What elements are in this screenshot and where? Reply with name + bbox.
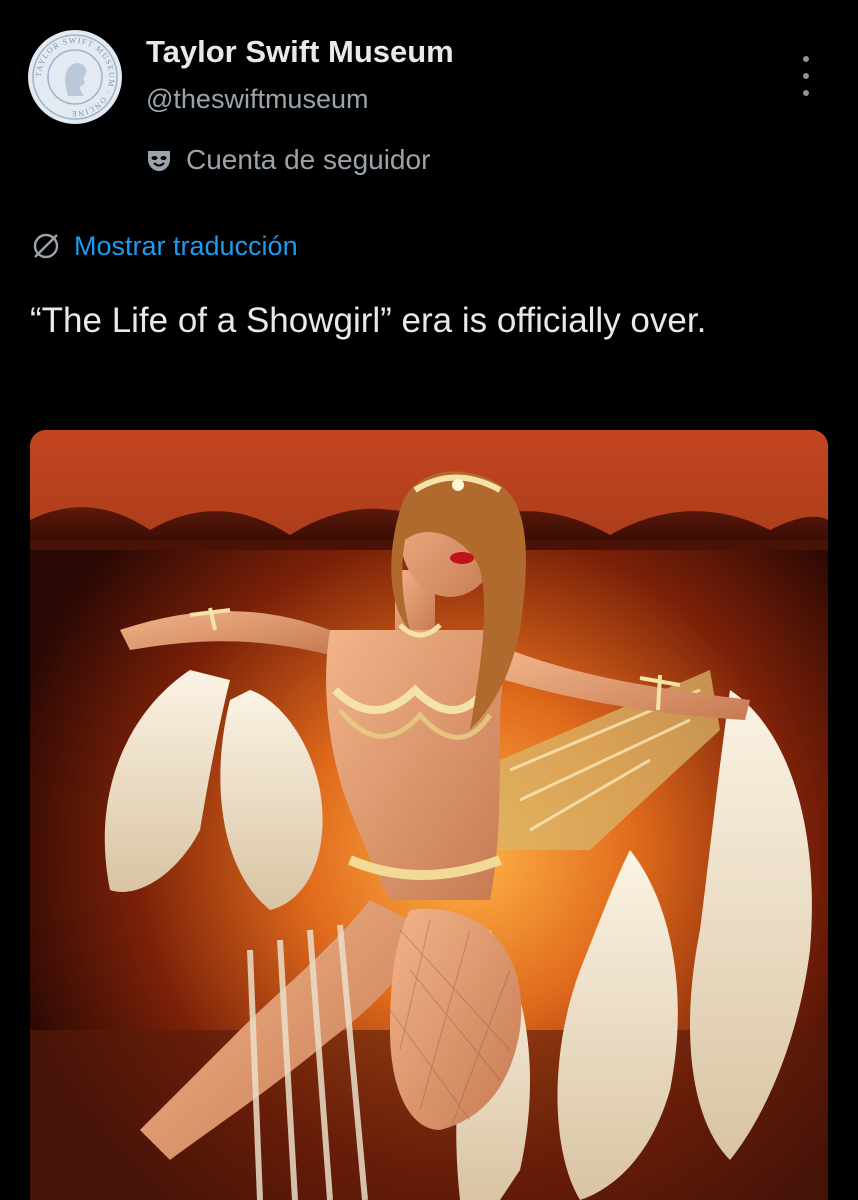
account-name[interactable]: Taylor Swift Museum <box>146 34 454 70</box>
show-translation-label[interactable]: Mostrar traducción <box>74 231 298 262</box>
more-options-icon[interactable] <box>796 56 816 96</box>
tweet-photo[interactable] <box>30 430 828 1200</box>
account-handle[interactable]: @theswiftmuseum <box>146 84 368 115</box>
show-translation-link[interactable]: Mostrar traducción <box>30 230 298 262</box>
tweet-text: “The Life of a Showgirl” era is official… <box>30 301 707 340</box>
parody-label-text: Cuenta de seguidor <box>186 144 431 175</box>
mask-icon <box>146 147 172 173</box>
tweet-header: TAYLOR SWIFT MUSEUM · ONLINE Taylor Swif… <box>28 30 830 190</box>
globe-icon <box>30 230 62 262</box>
avatar[interactable]: TAYLOR SWIFT MUSEUM · ONLINE <box>28 30 122 124</box>
parody-account-label: Cuenta de seguidor <box>146 144 430 176</box>
